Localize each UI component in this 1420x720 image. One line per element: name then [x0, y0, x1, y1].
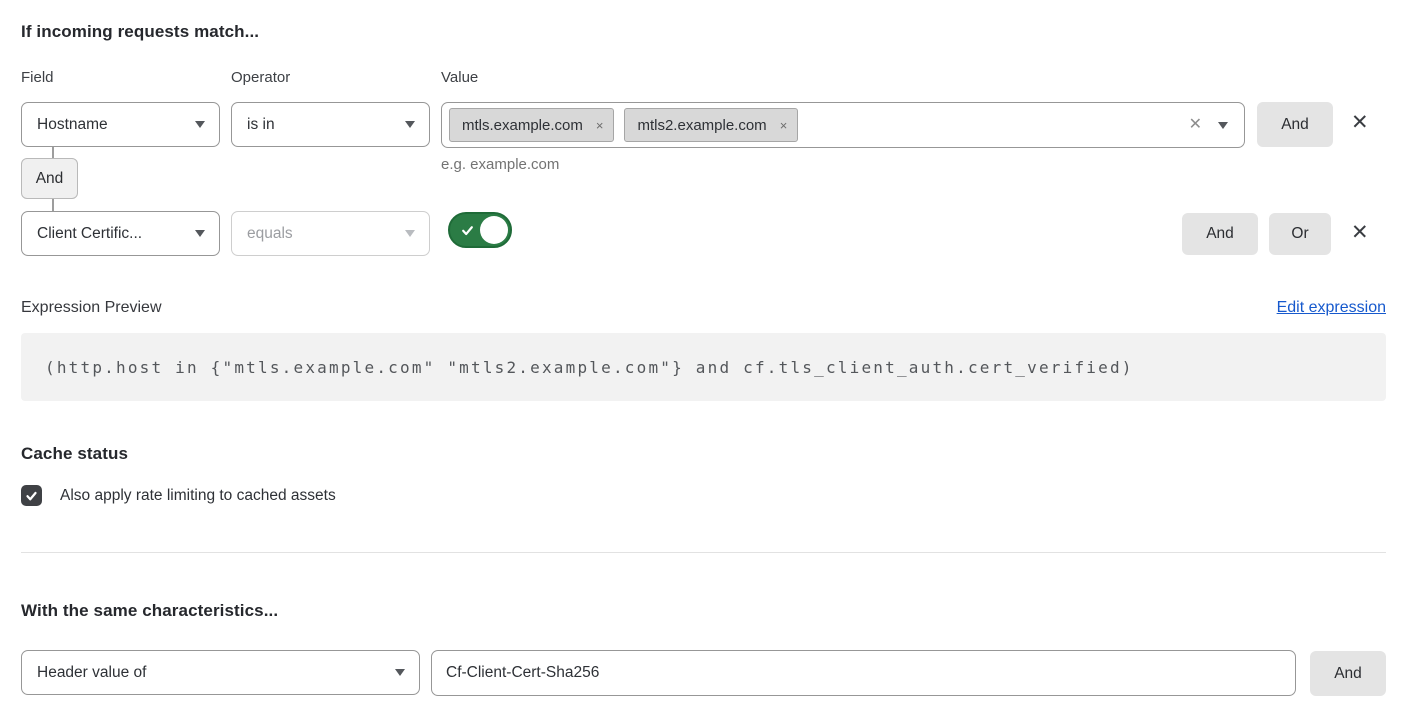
tag-remove-icon[interactable]: ×: [780, 119, 788, 132]
match-section-heading: If incoming requests match...: [21, 22, 259, 42]
operator-select-row2-disabled: equals: [231, 211, 430, 256]
expression-text: (http.host in {"mtls.example.com" "mtls2…: [45, 358, 1134, 377]
delete-row2-icon[interactable]: ✕: [1351, 222, 1369, 243]
expression-preview-label: Expression Preview: [21, 299, 162, 317]
value-tag: mtls.example.com ×: [449, 108, 614, 142]
operator-column-label: Operator: [231, 69, 290, 86]
check-icon: [460, 224, 475, 237]
expression-preview-code: (http.host in {"mtls.example.com" "mtls2…: [21, 333, 1386, 401]
operator-select-row1-value: is in: [247, 116, 275, 134]
chevron-down-icon: [395, 669, 405, 676]
value-tag: mtls2.example.com ×: [624, 108, 798, 142]
and-condition-button-row2[interactable]: And: [1182, 213, 1258, 255]
connector-line-bottom: [52, 199, 54, 211]
connector-and-button[interactable]: And: [21, 158, 78, 199]
operator-select-row2-value: equals: [247, 225, 293, 243]
field-select-row2-value: Client Certific...: [37, 225, 142, 243]
or-condition-button-row2[interactable]: Or: [1269, 213, 1331, 255]
operator-select-row1[interactable]: is in: [231, 102, 430, 147]
characteristic-select-value: Header value of: [37, 664, 146, 682]
and-characteristic-button[interactable]: And: [1310, 651, 1386, 696]
value-multiselect-row1[interactable]: mtls.example.com × mtls2.example.com × ✕: [441, 102, 1245, 148]
chevron-down-icon[interactable]: [1218, 122, 1228, 129]
value-tags: mtls.example.com × mtls2.example.com ×: [449, 108, 798, 142]
field-select-row2[interactable]: Client Certific...: [21, 211, 220, 256]
field-select-row1[interactable]: Hostname: [21, 102, 220, 147]
characteristics-heading: With the same characteristics...: [21, 601, 278, 621]
characteristic-select[interactable]: Header value of: [21, 650, 420, 695]
edit-expression-link[interactable]: Edit expression: [1277, 299, 1386, 317]
value-toggle-on[interactable]: [448, 212, 512, 248]
value-tag-label: mtls.example.com: [462, 117, 583, 134]
value-helper-text: e.g. example.com: [441, 156, 559, 173]
delete-row1-icon[interactable]: ✕: [1351, 112, 1369, 133]
toggle-knob: [480, 216, 508, 244]
field-column-label: Field: [21, 69, 54, 86]
tag-remove-icon[interactable]: ×: [596, 119, 604, 132]
cached-assets-checkbox-label: Also apply rate limiting to cached asset…: [60, 487, 336, 505]
cached-assets-checkbox[interactable]: [21, 485, 42, 506]
value-column-label: Value: [441, 69, 478, 86]
header-name-input[interactable]: [431, 650, 1296, 696]
chevron-down-icon: [405, 121, 415, 128]
section-divider: [21, 552, 1386, 553]
cache-status-heading: Cache status: [21, 444, 128, 464]
rule-builder-page: If incoming requests match... Field Oper…: [0, 0, 1420, 720]
value-tag-label: mtls2.example.com: [637, 117, 766, 134]
check-icon: [25, 490, 38, 502]
field-select-row1-value: Hostname: [37, 116, 108, 134]
connector-line-top: [52, 147, 54, 158]
chevron-down-icon: [405, 230, 415, 237]
chevron-down-icon: [195, 121, 205, 128]
clear-value-icon[interactable]: ✕: [1189, 117, 1202, 133]
and-condition-button-row1[interactable]: And: [1257, 102, 1333, 147]
chevron-down-icon: [195, 230, 205, 237]
